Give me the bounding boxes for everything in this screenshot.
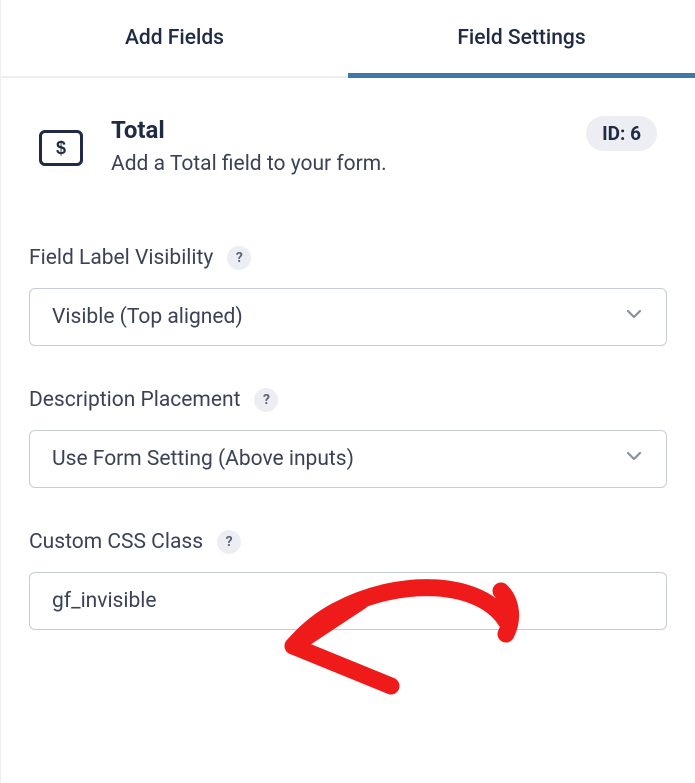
setting-label-row: Custom CSS Class ?	[29, 530, 667, 554]
setting-custom-css-class: Custom CSS Class ?	[29, 530, 667, 630]
settings-section: Field Label Visibility ? Visible (Top al…	[1, 186, 695, 630]
chevron-down-icon	[624, 446, 644, 472]
description-placement-select[interactable]: Use Form Setting (Above inputs)	[29, 430, 667, 488]
field-header-text: Total Add a Total field to your form.	[111, 116, 586, 176]
help-icon[interactable]: ?	[217, 530, 241, 554]
field-description: Add a Total field to your form.	[111, 152, 586, 176]
field-label-visibility-value: Visible (Top aligned)	[52, 305, 243, 329]
field-id-badge: ID: 6	[586, 116, 657, 151]
custom-css-class-input[interactable]	[29, 572, 667, 630]
setting-label-row: Description Placement ?	[29, 388, 667, 412]
field-settings-panel: Add Fields Field Settings $ Total Add a …	[0, 0, 695, 783]
field-title: Total	[111, 116, 586, 144]
svg-text:$: $	[56, 138, 66, 158]
field-label-visibility-select[interactable]: Visible (Top aligned)	[29, 288, 667, 346]
total-icon: $	[39, 130, 83, 166]
tabs: Add Fields Field Settings	[1, 0, 695, 78]
tab-add-fields-label: Add Fields	[125, 26, 224, 50]
custom-css-class-label: Custom CSS Class	[29, 530, 203, 554]
setting-label-row: Field Label Visibility ?	[29, 246, 667, 270]
tab-field-settings-label: Field Settings	[457, 26, 585, 50]
description-placement-value: Use Form Setting (Above inputs)	[52, 447, 354, 471]
field-header: $ Total Add a Total field to your form. …	[1, 78, 695, 186]
help-icon[interactable]: ?	[254, 388, 278, 412]
tab-add-fields[interactable]: Add Fields	[1, 0, 348, 76]
chevron-down-icon	[624, 304, 644, 330]
tab-field-settings[interactable]: Field Settings	[348, 0, 695, 76]
field-label-visibility-label: Field Label Visibility	[29, 246, 213, 270]
setting-field-label-visibility: Field Label Visibility ? Visible (Top al…	[29, 246, 667, 346]
setting-description-placement: Description Placement ? Use Form Setting…	[29, 388, 667, 488]
help-icon[interactable]: ?	[227, 246, 251, 270]
description-placement-label: Description Placement	[29, 388, 240, 412]
